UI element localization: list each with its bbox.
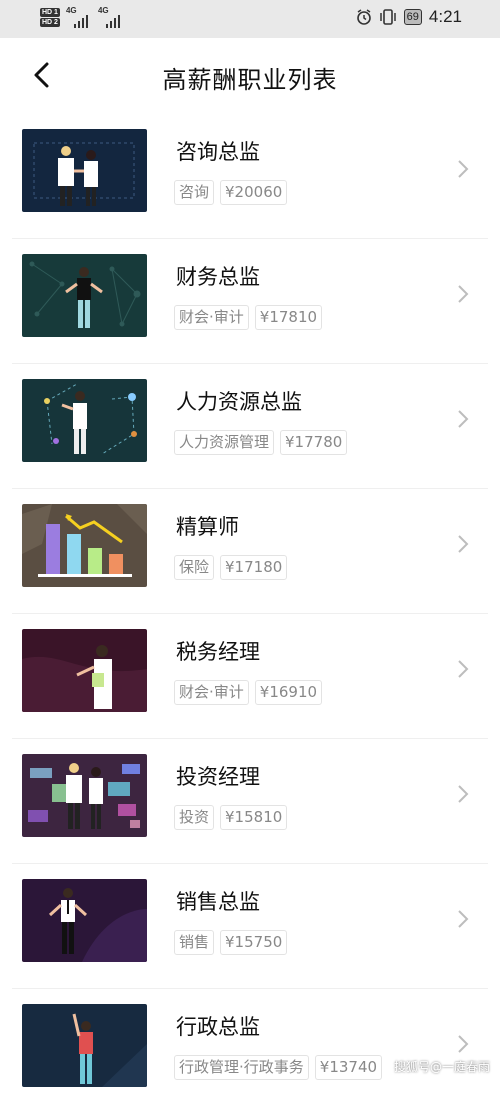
- chevron-right-icon: [458, 410, 469, 428]
- job-thumbnail: [22, 629, 147, 712]
- chevron-right-icon: [458, 660, 469, 678]
- job-tags: 投资 ¥15810: [174, 805, 288, 830]
- job-item-admin-director[interactable]: 行政总监 行政管理·行政事务 ¥13740: [0, 989, 500, 1114]
- chevron-right-icon: [458, 285, 469, 303]
- category-tag: 投资: [174, 805, 215, 830]
- signal-label-1: 4G: [65, 6, 77, 15]
- salary-tag: ¥13740: [314, 1055, 383, 1080]
- salary-tag: ¥20060: [220, 180, 288, 205]
- status-left: HD 1 HD 2 4G 4G: [40, 6, 124, 28]
- battery-indicator: 69: [403, 9, 422, 25]
- job-title: 销售总监: [176, 890, 260, 914]
- hd-badges: HD 1 HD 2: [40, 7, 60, 27]
- job-title: 财务总监: [176, 265, 260, 289]
- chevron-right-icon: [458, 785, 469, 803]
- vibrate-icon: [379, 9, 396, 25]
- category-tag: 咨询: [174, 180, 215, 205]
- job-title: 精算师: [176, 515, 239, 539]
- job-thumbnail: [22, 504, 147, 587]
- salary-tag: ¥17180: [220, 555, 288, 580]
- job-title: 投资经理: [176, 765, 260, 789]
- job-tags: 咨询 ¥20060: [174, 180, 288, 205]
- category-tag: 保险: [174, 555, 215, 580]
- chevron-right-icon: [458, 160, 469, 178]
- job-item-consulting-director[interactable]: 咨询总监 咨询 ¥20060: [0, 114, 500, 239]
- job-list: 咨询总监 咨询 ¥20060 财务总监 财会·审计 ¥17810 人力资源总监 …: [0, 114, 500, 1114]
- chevron-right-icon: [458, 910, 469, 928]
- signal-label-2: 4G: [97, 6, 109, 15]
- salary-tag: ¥17780: [280, 430, 348, 455]
- job-title: 税务经理: [176, 640, 260, 664]
- job-thumbnail: [22, 379, 147, 462]
- job-item-tax-manager[interactable]: 税务经理 财会·审计 ¥16910: [0, 614, 500, 739]
- category-tag: 财会·审计: [174, 305, 249, 330]
- job-tags: 保险 ¥17180: [174, 555, 288, 580]
- job-thumbnail: [22, 754, 147, 837]
- hd-badge-2: HD 2: [40, 17, 60, 27]
- category-tag: 财会·审计: [174, 680, 249, 705]
- salary-tag: ¥15810: [220, 805, 288, 830]
- signal-icon: 4G: [66, 6, 92, 28]
- job-item-actuary[interactable]: 精算师 保险 ¥17180: [0, 489, 500, 614]
- job-tags: 财会·审计 ¥17810: [174, 305, 323, 330]
- chevron-right-icon: [458, 535, 469, 553]
- job-tags: 人力资源管理 ¥17780: [174, 430, 348, 455]
- salary-tag: ¥15750: [220, 930, 288, 955]
- salary-tag: ¥16910: [254, 680, 323, 705]
- job-tags: 销售 ¥15750: [174, 930, 288, 955]
- job-tags: 财会·审计 ¥16910: [174, 680, 323, 705]
- job-item-finance-director[interactable]: 财务总监 财会·审计 ¥17810: [0, 239, 500, 364]
- job-tags: 行政管理·行政事务 ¥13740: [174, 1055, 383, 1080]
- job-item-hr-director[interactable]: 人力资源总监 人力资源管理 ¥17780: [0, 364, 500, 489]
- job-title: 咨询总监: [176, 140, 260, 164]
- nav-header: 高薪酬职业列表: [0, 38, 500, 114]
- job-thumbnail: [22, 129, 147, 212]
- salary-tag: ¥17810: [254, 305, 323, 330]
- page-title: 高薪酬职业列表: [162, 66, 338, 94]
- watermark: 搜狐号@一庭春雨: [393, 1060, 490, 1074]
- job-item-investment-manager[interactable]: 投资经理 投资 ¥15810: [0, 739, 500, 864]
- job-title: 行政总监: [176, 1015, 260, 1039]
- job-title: 人力资源总监: [176, 390, 302, 414]
- job-item-sales-director[interactable]: 销售总监 销售 ¥15750: [0, 864, 500, 989]
- category-tag: 人力资源管理: [174, 430, 275, 455]
- category-tag: 销售: [174, 930, 215, 955]
- category-tag: 行政管理·行政事务: [174, 1055, 309, 1080]
- signal-icon: 4G: [98, 6, 124, 28]
- job-thumbnail: [22, 879, 147, 962]
- clock: 4:21: [428, 7, 462, 26]
- alarm-icon: [356, 9, 371, 25]
- status-right: 69 4:21: [356, 7, 462, 27]
- job-thumbnail: [22, 1004, 147, 1087]
- hd-badge-1: HD 1: [40, 7, 60, 17]
- status-bar: HD 1 HD 2 4G 4G 69 4:21: [0, 0, 500, 38]
- job-thumbnail: [22, 254, 147, 337]
- chevron-right-icon: [458, 1035, 469, 1053]
